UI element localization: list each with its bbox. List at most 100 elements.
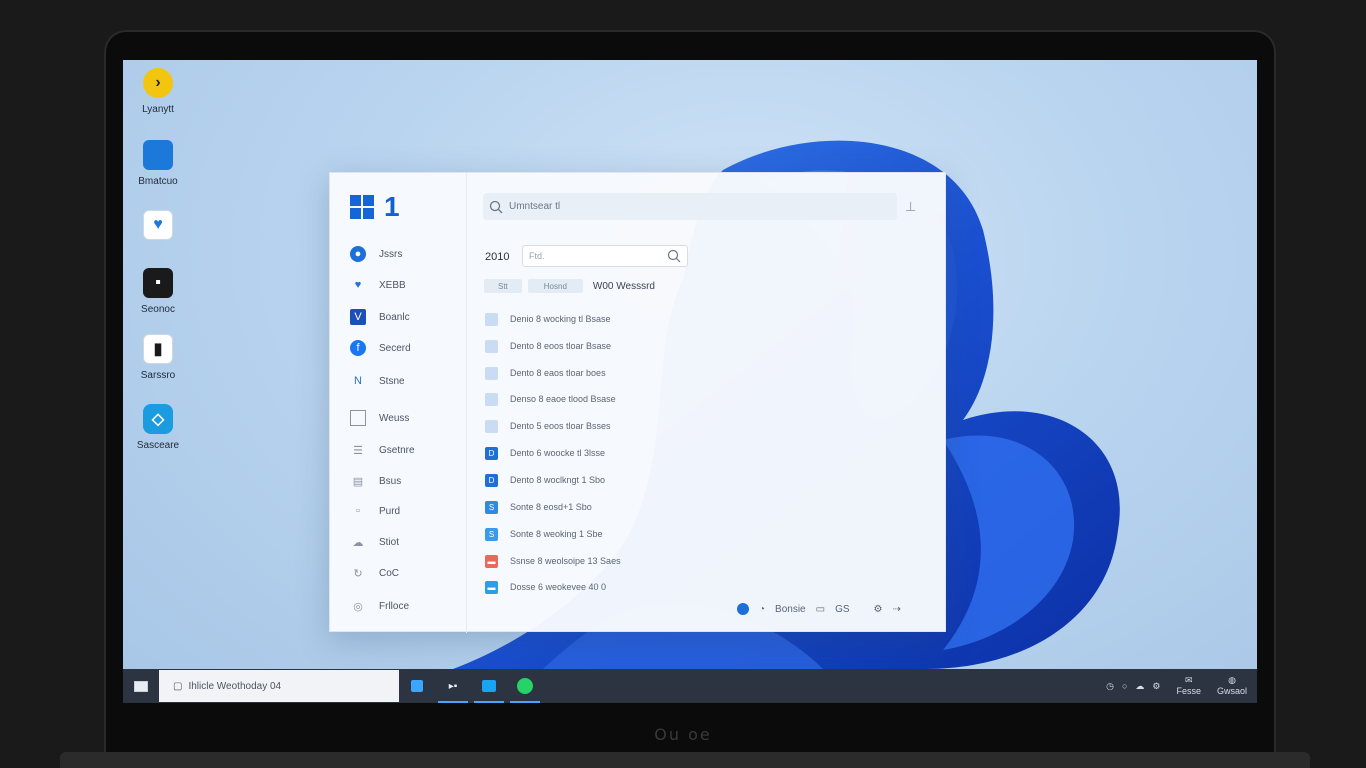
clock-icon[interactable]: ◷ xyxy=(1106,681,1114,692)
user-icon[interactable] xyxy=(737,603,749,615)
heart-app-icon: ♥ xyxy=(143,210,173,240)
list-item[interactable]: Dento 5 eoos tloar Bsses xyxy=(485,418,611,434)
box-icon: ▫ xyxy=(356,505,360,517)
folder-icon[interactable]: ▭ xyxy=(816,604,825,615)
bottom-label[interactable]: Bonsie xyxy=(775,604,806,615)
cloud-icon[interactable]: ☁ xyxy=(1135,681,1144,692)
nav-item-7[interactable]: ☰ Gsetnre xyxy=(350,440,415,460)
nav-item-1[interactable]: ● Jssrs xyxy=(350,244,402,264)
app-icon: ▬ xyxy=(485,554,498,568)
nav-item-10[interactable]: ☁ Stiot xyxy=(350,532,400,552)
grid-icon: ▤ xyxy=(352,475,364,488)
nav-item-3[interactable]: V Boanlc xyxy=(350,307,410,327)
sync-icon[interactable]: ○ xyxy=(1122,681,1127,691)
taskbar: ▢ Ihlicle Weothoday 04 ▸▪ ◷ ○ ☁ ⚙ ✉ Fess… xyxy=(123,669,1257,703)
n-logo-icon: N xyxy=(354,375,362,387)
file-icon xyxy=(485,312,498,326)
taskbar-search[interactable]: ▢ Ihlicle Weothoday 04 xyxy=(159,670,399,702)
diamond-app-icon: ◇ xyxy=(143,404,173,434)
system-tray: ◷ ○ ☁ ⚙ ✉ Fesse ◍ Gwsaol xyxy=(1098,669,1247,703)
chip-1[interactable]: Stt xyxy=(484,279,522,293)
nav-item-8[interactable]: ▤ Bsus xyxy=(350,471,401,491)
start-menu-window: 1 ● Jssrs ♥ XEBB V Boanlc f Secerd N Sts… xyxy=(329,172,947,633)
desktop-icon-4[interactable]: ▪ Seonoc xyxy=(123,268,193,315)
desktop-icon-6[interactable]: ◇ Sasceare xyxy=(123,404,193,451)
list-item[interactable]: Dento 8 eaos tloar boes xyxy=(485,365,606,381)
home-icon: ● xyxy=(350,246,366,262)
list-item[interactable]: D Dento 8 woclkngt 1 Sbo xyxy=(485,472,605,488)
app-icon: S xyxy=(485,500,498,514)
nav-item-11[interactable]: ↻ CoC xyxy=(350,563,399,583)
list-item[interactable]: Denio 8 wocking tl Bsase xyxy=(485,311,611,327)
notification-icon: ✉ xyxy=(1184,675,1193,685)
clock-icon[interactable]: ◔ xyxy=(759,604,765,615)
screen: › Lyanytt Bmatcuo ♥ ▪ Seonoc ▮ Sarssro ◇… xyxy=(123,60,1257,703)
filter-input[interactable]: Ftd. xyxy=(522,245,688,267)
list-item[interactable]: ▬ Ssnse 8 weolsoipe 13 Saes xyxy=(485,553,621,569)
app-icon: S xyxy=(485,527,498,541)
bottom-label-2[interactable]: GS xyxy=(835,604,849,615)
nav-item-6[interactable]: Weuss xyxy=(350,408,409,428)
desktop-icon-1[interactable]: › Lyanytt xyxy=(123,68,193,115)
nav-item-12[interactable]: ◎ Frlloce xyxy=(350,596,409,616)
chip-row: Stt Hosnd W00 Wesssrd xyxy=(484,279,655,293)
windows-logo-icon xyxy=(350,195,374,219)
heart-icon: ♥ xyxy=(354,279,362,291)
desktop-icon-3[interactable]: ♥ xyxy=(123,210,193,246)
app-icon: ▬ xyxy=(485,580,498,594)
laptop-brand: Ou oe xyxy=(654,725,712,744)
list-item[interactable]: S Sonte 8 weoking 1 Sbe xyxy=(485,526,603,542)
taskbar-app-3[interactable] xyxy=(471,669,507,703)
section-title: W00 Wesssrd xyxy=(592,280,655,292)
camera-icon xyxy=(482,680,496,692)
document-icon: ▮ xyxy=(143,334,173,364)
start-button[interactable] xyxy=(123,669,159,703)
start-sidebar: 1 ● Jssrs ♥ XEBB V Boanlc f Secerd N Sts… xyxy=(330,173,467,633)
list-item[interactable]: Denso 8 eaoe tlood Bsase xyxy=(485,391,616,407)
list-item[interactable]: S Sonte 8 eosd+1 Sbo xyxy=(485,499,592,515)
list-icon: ☰ xyxy=(353,444,363,457)
terminal-icon: ▪ xyxy=(143,268,173,298)
tray-item-1[interactable]: ✉ Fesse xyxy=(1168,675,1201,697)
settings-icon[interactable]: ⚙ xyxy=(874,604,883,615)
start-bottom-bar: ◔ Bonsie ▭ GS ⚙ ⇢ xyxy=(737,603,911,615)
file-icon xyxy=(485,366,498,380)
circle-icon: ◎ xyxy=(353,600,363,613)
laptop-base xyxy=(60,752,1310,768)
start-search-box[interactable]: Umntsear tl xyxy=(483,193,897,220)
pin-icon[interactable]: ⊥ xyxy=(905,199,916,215)
globe-icon: ◍ xyxy=(1228,675,1236,685)
file-icon xyxy=(485,339,498,353)
settings-icon[interactable]: ⚙ xyxy=(1152,681,1160,692)
list-item[interactable]: D Dento 6 woocke tl 3lsse xyxy=(485,445,605,461)
desktop-icon-2[interactable]: Bmatcuo xyxy=(123,140,193,187)
file-icon xyxy=(485,419,498,433)
taskbar-app-4[interactable] xyxy=(507,669,543,703)
file-icon xyxy=(485,392,498,406)
year-label: 2010 xyxy=(485,251,510,263)
square-icon xyxy=(350,410,366,426)
refresh-icon: ↻ xyxy=(353,567,363,580)
facebook-icon: f xyxy=(350,340,366,356)
search-icon: ▢ xyxy=(173,680,183,692)
search-icon xyxy=(667,249,681,263)
v-app-icon: V xyxy=(350,309,366,325)
nav-item-5[interactable]: N Stsne xyxy=(350,371,405,391)
app-icon: D xyxy=(485,446,498,460)
nav-item-9[interactable]: ▫ Purd xyxy=(350,501,400,521)
list-item[interactable]: Dento 8 eoos tloar Bsase xyxy=(485,338,611,354)
start-icon xyxy=(134,680,148,692)
nav-item-2[interactable]: ♥ XEBB xyxy=(350,275,406,295)
nav-item-4[interactable]: f Secerd xyxy=(350,338,411,358)
folder-icon xyxy=(143,140,173,170)
app-icon xyxy=(411,680,423,692)
tray-item-2[interactable]: ◍ Gwsaol xyxy=(1209,675,1247,697)
chip-2[interactable]: Hosnd xyxy=(527,279,583,293)
list-item[interactable]: ▬ Dosse 6 weokevee 40 0 xyxy=(485,579,606,595)
taskbar-app-2[interactable]: ▸▪ xyxy=(435,669,471,703)
start-main: Umntsear tl ⊥ 2010 Ftd. Stt Hosnd W00 We… xyxy=(467,173,947,633)
taskbar-app-1[interactable] xyxy=(399,669,435,703)
cloud-icon: ☁ xyxy=(352,536,364,549)
power-icon[interactable]: ⇢ xyxy=(893,604,901,615)
desktop-icon-5[interactable]: ▮ Sarssro xyxy=(123,334,193,381)
